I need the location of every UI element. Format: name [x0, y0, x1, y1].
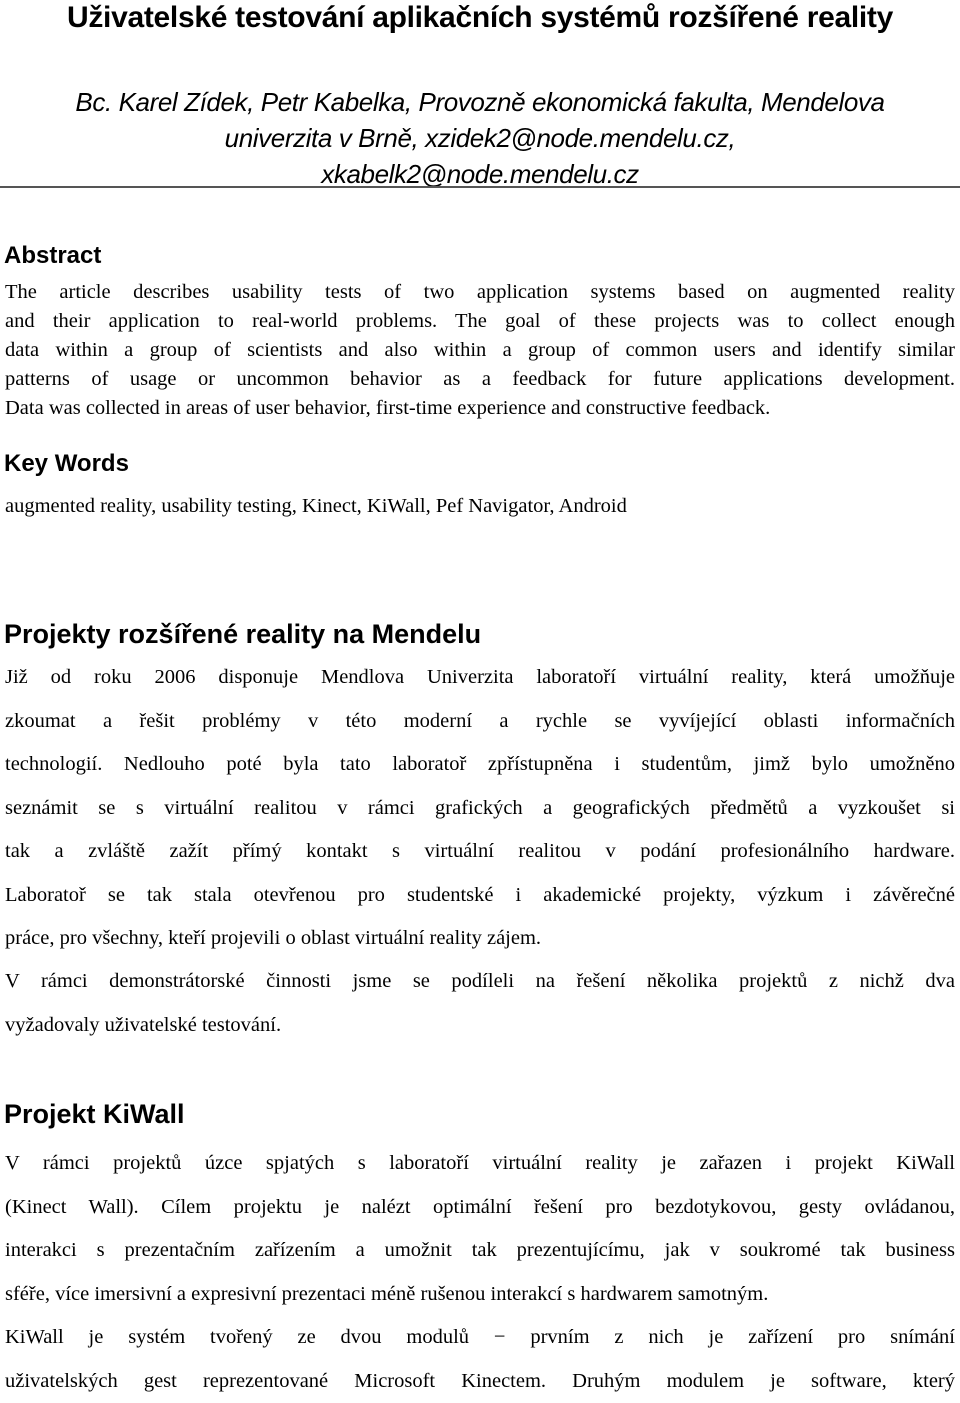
header-divider [0, 186, 960, 188]
abstract-text: The article describes usability tests of… [5, 278, 955, 423]
authors-block: Bc. Karel Zídek, Petr Kabelka, Provozně … [0, 84, 960, 192]
paper-title: Uživatelské testování aplikačních systém… [0, 0, 960, 36]
authors-line: univerzita v Brně, xzidek2@node.mendelu.… [0, 120, 960, 156]
abstract-line: Data was collected in areas of user beha… [5, 394, 955, 423]
paragraph-line: technologií. Nedlouho poté byla tato lab… [5, 743, 955, 787]
paragraph-line: vyžadovaly uživatelské testování. [5, 1004, 955, 1048]
paragraph-line: V rámci demonstrátorské činnosti jsme se… [5, 960, 955, 1004]
section1-paragraph-2: V rámci demonstrátorské činnosti jsme se… [5, 960, 955, 1047]
abstract-line: data within a group of scientists and al… [5, 336, 955, 365]
paragraph-line: Laboratoř se tak stala otevřenou pro stu… [5, 874, 955, 918]
paragraph-line: seznámit se s virtuální realitou v rámci… [5, 787, 955, 831]
paragraph-line: tak a zvláště zažít přímý kontakt s virt… [5, 830, 955, 874]
abstract-line: The article describes usability tests of… [5, 278, 955, 307]
paragraph-line: (Kinect Wall). Cílem projektu je nalézt … [5, 1186, 955, 1230]
section1-paragraph-1: Již od roku 2006 disponuje Mendlova Univ… [5, 656, 955, 961]
keywords-heading: Key Words [4, 449, 129, 479]
section-heading-kiwall: Projekt KiWall [4, 1099, 185, 1129]
keywords-text: augmented reality, usability testing, Ki… [5, 492, 955, 521]
paragraph-line: Již od roku 2006 disponuje Mendlova Univ… [5, 656, 955, 700]
paragraph-line: interakci s prezentačním zařízením a umo… [5, 1229, 955, 1273]
abstract-line: and their application to real-world prob… [5, 307, 955, 336]
section2-paragraph-2: KiWall je systém tvořený ze dvou modulů … [5, 1316, 955, 1403]
paragraph-line: sféře, více imersivní a expresivní preze… [5, 1273, 955, 1317]
abstract-heading: Abstract [4, 241, 101, 271]
paragraph-line: uživatelských gest reprezentované Micros… [5, 1360, 955, 1403]
paragraph-line: práce, pro všechny, kteří projevili o ob… [5, 917, 955, 961]
abstract-line: patterns of usage or uncommon behavior a… [5, 365, 955, 394]
paragraph-line: KiWall je systém tvořený ze dvou modulů … [5, 1316, 955, 1360]
paragraph-line: V rámci projektů úzce spjatých s laborat… [5, 1142, 955, 1186]
section-heading-projekty: Projekty rozšířené reality na Mendelu [4, 619, 481, 649]
authors-line: Bc. Karel Zídek, Petr Kabelka, Provozně … [0, 84, 960, 120]
paragraph-line: zkoumat a řešit problémy v této moderní … [5, 700, 955, 744]
section2-paragraph-1: V rámci projektů úzce spjatých s laborat… [5, 1142, 955, 1316]
